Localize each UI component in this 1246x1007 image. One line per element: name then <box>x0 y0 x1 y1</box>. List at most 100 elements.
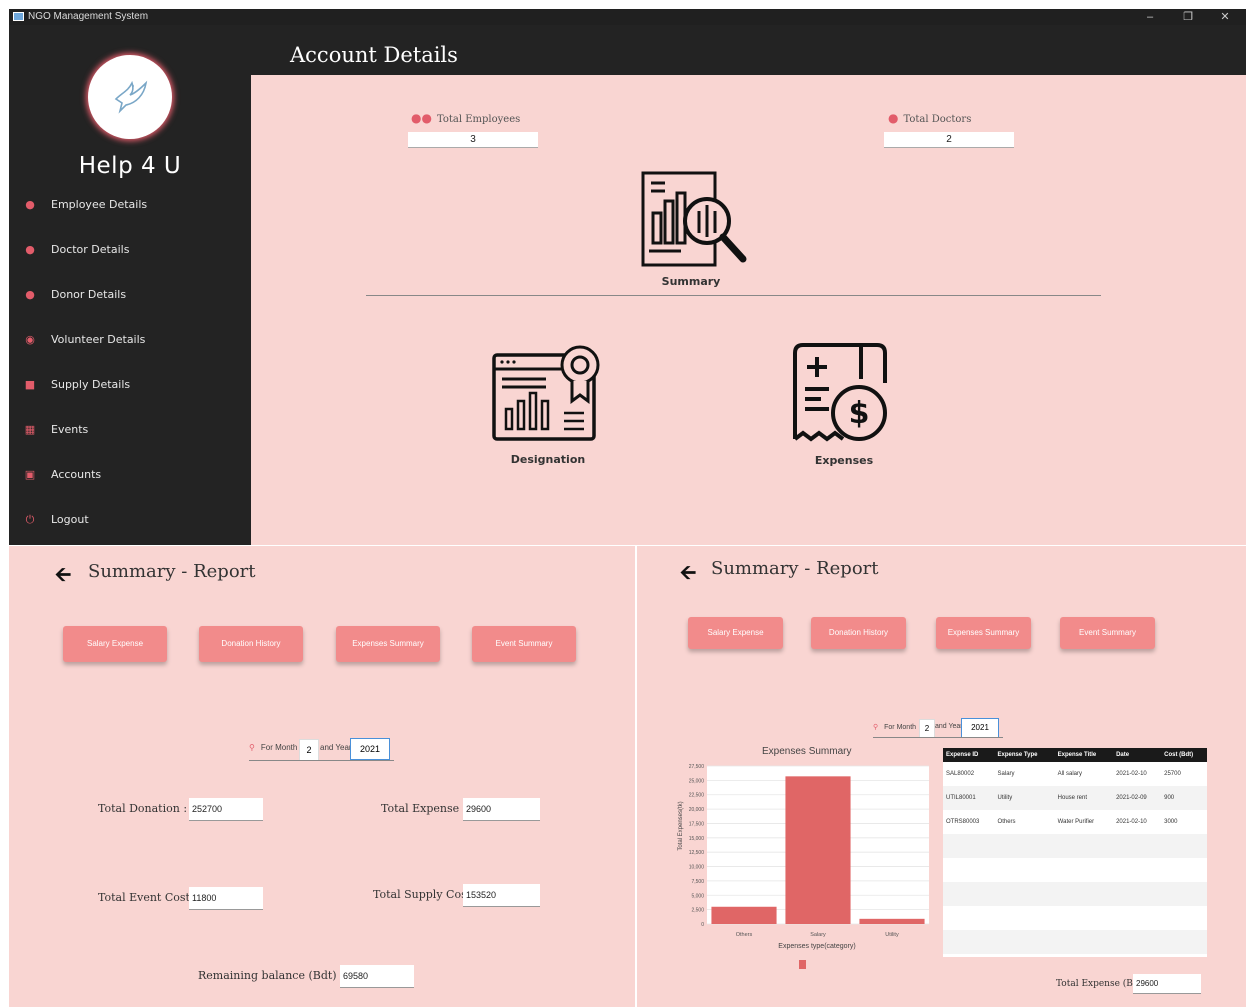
sidebar-item-employee-details[interactable]: ● Employee Details <box>9 190 251 220</box>
chart-x-ticks: Others Salary Utility <box>736 932 899 938</box>
total-employees-value: 3 <box>408 132 538 148</box>
month-label: For Month <box>884 724 917 731</box>
col-expense-type[interactable]: Expense Type <box>994 748 1055 762</box>
close-icon[interactable]: ✕ <box>1208 9 1242 25</box>
sidebar-item-donor-details[interactable]: ● Donor Details <box>9 280 251 310</box>
col-expense-title[interactable]: Expense Title <box>1054 748 1114 762</box>
table-header-row: Expense ID Expense Type Expense Title Da… <box>943 748 1207 762</box>
col-date[interactable]: Date <box>1113 748 1162 762</box>
page-header: Account Details <box>251 25 1246 75</box>
chart-y-label: Total Expenses(tk) <box>678 801 684 850</box>
cell-expense-title: Water Purifier <box>1057 819 1095 825</box>
eye-icon: ◉ <box>25 333 35 346</box>
chart-x-tick-label: Utility <box>885 932 899 938</box>
chart-y-tick-label: 7,500 <box>691 879 704 885</box>
expenses-summary-button[interactable]: Expenses Summary <box>336 626 440 662</box>
filter-underline <box>249 760 394 761</box>
expense-table: Expense ID Expense Type Expense Title Da… <box>943 748 1207 957</box>
total-expense-field[interactable]: 29600 <box>463 798 540 821</box>
sidebar-item-events[interactable]: ▦ Events <box>9 415 251 445</box>
sidebar-item-label: Supply Details <box>51 378 131 391</box>
table-row[interactable]: SAL80002 Salary All salary 2021-02-10 25… <box>943 762 1207 786</box>
sidebar-item-label: Volunteer Details <box>51 333 146 346</box>
remaining-balance-field[interactable]: 69580 <box>340 965 414 988</box>
employees-stat-label: ●● Total Employees <box>411 111 520 125</box>
year-input[interactable]: 2021 <box>350 738 390 760</box>
restore-icon[interactable]: ❐ <box>1171 9 1205 25</box>
sidebar-item-label: Employee Details <box>51 198 148 211</box>
filter-row: ⚲ For Month <box>249 743 297 752</box>
doctor-icon: ● <box>888 111 899 125</box>
cell-expense-title: All salary <box>1057 771 1083 777</box>
chart-y-tick-label: 17,500 <box>689 821 705 827</box>
designation-label: Designation <box>510 453 586 466</box>
sidebar-item-doctor-details[interactable]: ● Doctor Details <box>9 235 251 265</box>
chart-title: Expenses Summary <box>762 746 852 757</box>
chart-y-tick-label: 22,500 <box>689 793 705 799</box>
app-window: NGO Management System – ❐ ✕ Help 4 U ● E… <box>9 9 1246 545</box>
event-summary-button[interactable]: Event Summary <box>1060 617 1155 649</box>
salary-expense-button[interactable]: Salary Expense <box>688 617 783 649</box>
total-event-cost-field[interactable]: 11800 <box>189 887 263 910</box>
cell-expense-id: OTRS80003 <box>946 819 980 825</box>
cell-expense-id: SAL80002 <box>946 771 975 777</box>
sidebar-item-label: Accounts <box>51 468 102 481</box>
back-arrow-icon[interactable]: 🡨 <box>680 558 696 592</box>
donation-history-button[interactable]: Donation History <box>199 626 303 662</box>
month-input[interactable]: 2 <box>299 739 319 761</box>
total-expense-label: Total Expense : <box>381 802 467 815</box>
table-empty-row <box>943 930 1207 954</box>
month-input[interactable]: 2 <box>919 719 935 738</box>
cell-expense-title: House rent <box>1054 786 1114 810</box>
calendar-icon: ▦ <box>24 423 36 436</box>
cell-cost: 3000 <box>1164 819 1178 825</box>
dashboard-content: ●● Total Employees 3 ● Total Doctors 2 S… <box>251 75 1246 545</box>
total-donation-field[interactable]: 252700 <box>189 798 263 821</box>
chart-bar <box>711 906 777 924</box>
table-row[interactable]: OTRS80003 Others Water Purifier 2021-02-… <box>943 810 1207 834</box>
user-icon: ● <box>25 288 35 301</box>
month-label: For Month <box>260 743 298 752</box>
total-supply-cost-field[interactable]: 153520 <box>463 884 540 907</box>
dove-icon <box>114 80 148 114</box>
chart-y-ticks: 0 2,500 5,000 7,500 10,000 12,500 15,000 17,500… <box>689 764 705 928</box>
minimize-icon[interactable]: – <box>1133 9 1167 25</box>
doctor-icon: ● <box>25 243 35 256</box>
donation-history-button[interactable]: Donation History <box>811 617 906 649</box>
user-icon: ● <box>25 198 35 211</box>
sidebar-item-label: Donor Details <box>51 288 127 301</box>
col-expense-id[interactable]: Expense ID <box>943 748 995 762</box>
title-bar: NGO Management System – ❐ ✕ <box>9 9 1246 25</box>
chart-y-tick-label: 20,000 <box>689 807 705 813</box>
sidebar-item-volunteer-details[interactable]: ◉ Volunteer Details <box>9 325 251 355</box>
cell-cost: 900 <box>1161 786 1207 810</box>
report-title: Summary - Report <box>711 558 879 579</box>
summary-report-right: 🡨 Summary - Report Salary Expense Donati… <box>637 546 1246 1007</box>
col-cost[interactable]: Cost (Bdt) <box>1161 748 1207 762</box>
sidebar-item-logout[interactable]: ⏻ Logout <box>9 505 251 535</box>
chart-y-tick-label: 15,000 <box>689 836 705 842</box>
table-row[interactable]: UTIL80001 Utility House rent 2021-02-09 … <box>943 786 1207 810</box>
year-input[interactable]: 2021 <box>961 718 999 738</box>
salary-expense-button[interactable]: Salary Expense <box>63 626 167 662</box>
total-expense-field[interactable]: 29600 <box>1133 974 1201 994</box>
designation-tile[interactable] <box>492 343 606 448</box>
summary-tile[interactable] <box>641 171 753 276</box>
total-doctors-value: 2 <box>884 132 1014 148</box>
filter-row: ⚲ For Month <box>873 723 916 731</box>
chart-bar <box>859 918 925 924</box>
year-label: and Year <box>320 743 352 752</box>
sidebar-item-supply-details[interactable]: ■ Supply Details <box>9 370 251 400</box>
svg-text:$: $ <box>849 396 870 431</box>
app-icon <box>13 12 24 21</box>
event-summary-button[interactable]: Event Summary <box>472 626 576 662</box>
window-title: NGO Management System <box>28 11 149 22</box>
expenses-label: Expenses <box>814 454 874 467</box>
report-magnifier-icon <box>641 171 747 267</box>
expenses-tile[interactable]: $ <box>789 343 893 450</box>
expenses-summary-button[interactable]: Expenses Summary <box>936 617 1031 649</box>
sidebar-item-accounts[interactable]: ▣ Accounts <box>9 460 251 490</box>
back-arrow-icon[interactable]: 🡨 <box>55 560 71 594</box>
chart-legend-swatch <box>799 960 806 969</box>
total-event-cost-label: Total Event Cost : <box>98 891 198 904</box>
